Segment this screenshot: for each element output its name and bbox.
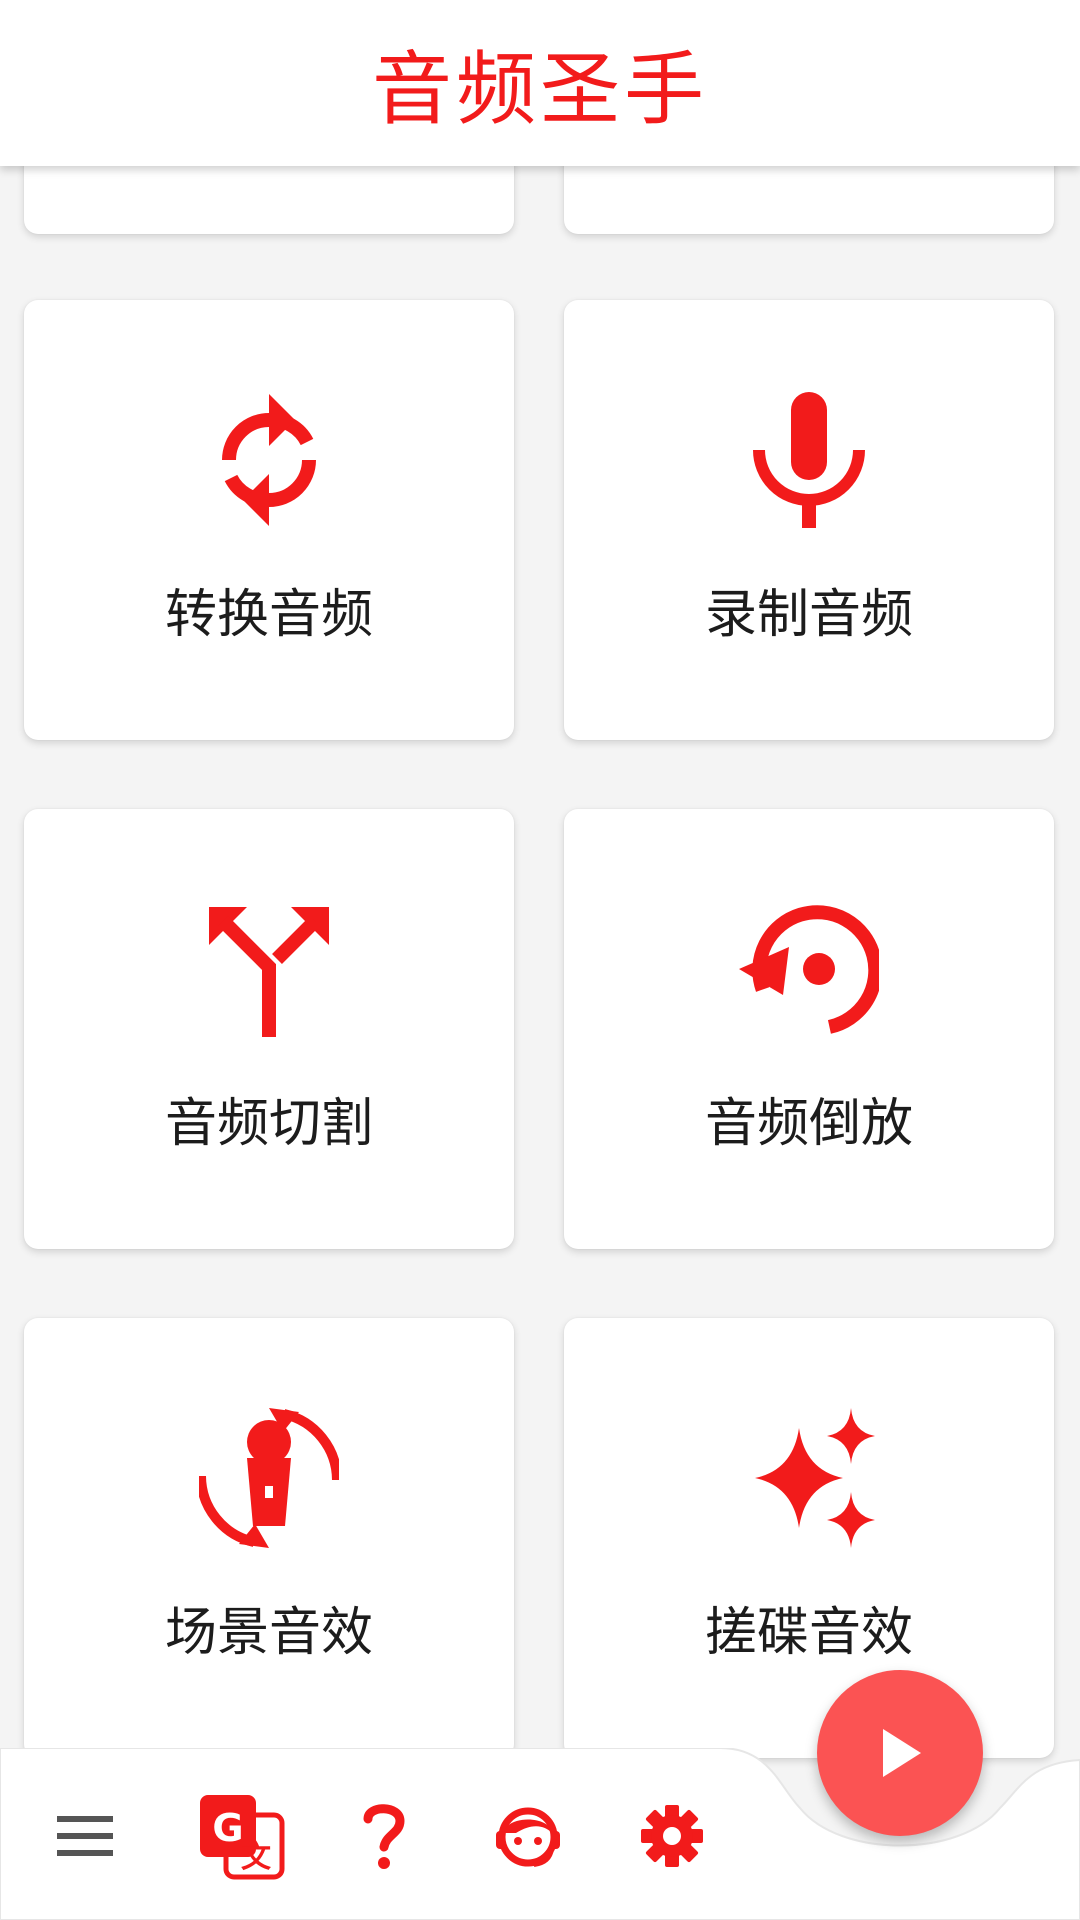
microphone-icon — [739, 390, 879, 530]
menu-icon — [57, 1816, 113, 1856]
split-arrows-icon — [199, 899, 339, 1039]
card-label-scene-effects: 场景音效 — [164, 1603, 373, 1663]
card-label-audio-cut: 音频切割 — [164, 1094, 373, 1154]
support-agent-icon — [496, 1807, 560, 1867]
nav-help-button[interactable] — [336, 1788, 432, 1884]
handheld-mic-rotate-icon — [199, 1408, 339, 1548]
translate-icon: G 文 — [200, 1795, 285, 1880]
app-title: 音频圣手 — [372, 43, 708, 136]
sparkles-icon — [739, 1408, 879, 1548]
card-label-scratch-effects: 搓碟音效 — [704, 1603, 913, 1663]
nav-settings-button[interactable] — [624, 1788, 720, 1884]
sync-arrows-icon — [199, 390, 339, 530]
svg-text:文: 文 — [241, 1840, 271, 1875]
app-bar: 音频圣手 — [0, 0, 1080, 166]
settings-gear-icon — [641, 1805, 703, 1867]
play-fab-button[interactable] — [817, 1670, 983, 1836]
play-icon — [883, 1729, 921, 1777]
card-scene-effects[interactable]: 场景音效 — [24, 1318, 514, 1758]
card-label-convert-audio: 转换音频 — [164, 585, 373, 645]
help-icon — [363, 1804, 405, 1869]
card-audio-cut[interactable]: 音频切割 — [24, 809, 514, 1249]
nav-support-button[interactable] — [480, 1788, 576, 1884]
card-convert-audio[interactable]: 转换音频 — [24, 300, 514, 740]
card-label-audio-reverse: 音频倒放 — [704, 1094, 913, 1154]
card-audio-reverse[interactable]: 音频倒放 — [564, 809, 1054, 1249]
card-record-audio[interactable]: 录制音频 — [564, 300, 1054, 740]
card-scratch-effects[interactable]: 搓碟音效 — [564, 1318, 1054, 1758]
nav-translate-button[interactable]: G 文 — [193, 1788, 289, 1884]
reverse-replay-icon — [739, 899, 879, 1039]
nav-menu-button[interactable] — [37, 1788, 133, 1884]
card-label-record-audio: 录制音频 — [704, 585, 913, 645]
svg-text:G: G — [212, 1806, 243, 1850]
